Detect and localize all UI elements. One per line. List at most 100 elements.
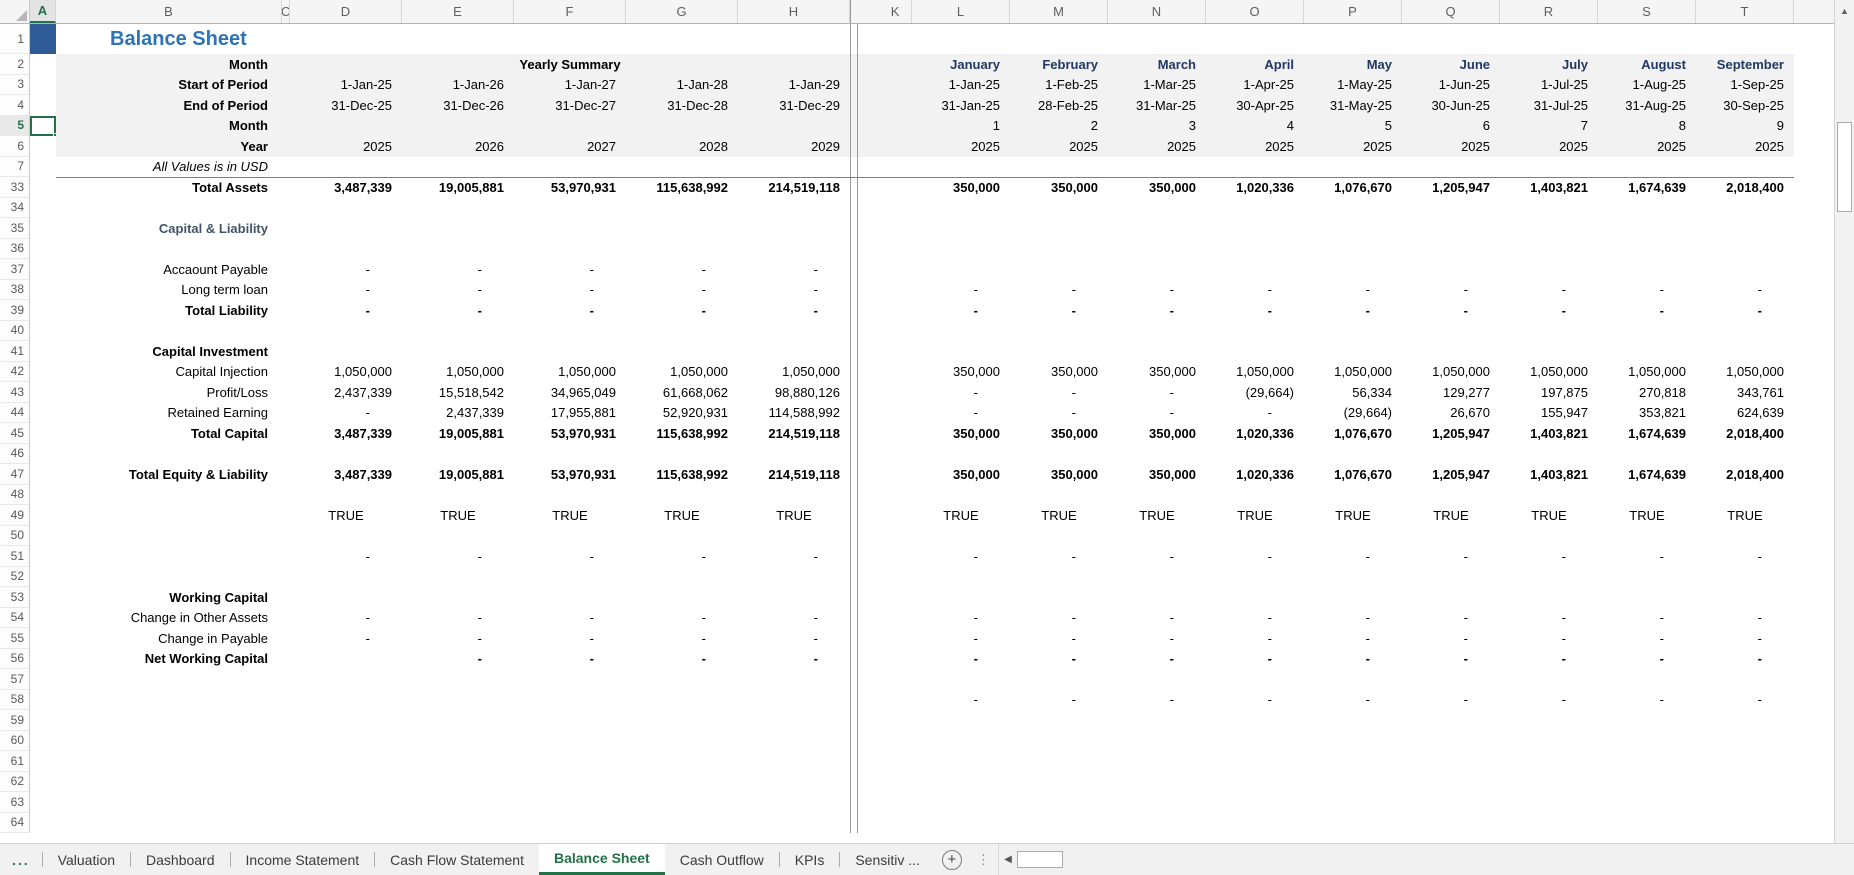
- cell-I6[interactable]: [858, 136, 912, 157]
- cell-C37[interactable]: [282, 259, 290, 280]
- cell-N63[interactable]: [1108, 792, 1206, 813]
- cell-M54[interactable]: -: [1010, 608, 1108, 629]
- cell-O46[interactable]: [1206, 444, 1304, 465]
- tab-cash-flow-statement[interactable]: Cash Flow Statement: [375, 844, 539, 875]
- cell-P41[interactable]: [1304, 341, 1402, 362]
- cell-M33[interactable]: 350,000: [1010, 177, 1108, 198]
- cell-L33[interactable]: 350,000: [912, 177, 1010, 198]
- cell-R51[interactable]: -: [1500, 546, 1598, 567]
- cell-S33[interactable]: 1,674,639: [1598, 177, 1696, 198]
- cell-M56[interactable]: -: [1010, 649, 1108, 670]
- pane-split-divider[interactable]: [850, 74, 858, 95]
- cell-P49[interactable]: TRUE: [1304, 505, 1402, 526]
- cell-M59[interactable]: [1010, 710, 1108, 731]
- cell-H41[interactable]: [738, 341, 850, 362]
- cell-P60[interactable]: [1304, 731, 1402, 752]
- cell-R42[interactable]: 1,050,000: [1500, 362, 1598, 383]
- cell-I3[interactable]: [858, 74, 912, 95]
- cell-M2[interactable]: February: [1010, 54, 1108, 75]
- row-label-B59[interactable]: [56, 710, 282, 731]
- cell-T52[interactable]: [1696, 567, 1794, 588]
- cell-E3[interactable]: 1-Jan-26: [402, 74, 514, 95]
- cell-N4[interactable]: 31-Mar-25: [1108, 95, 1206, 116]
- cell-T2[interactable]: September: [1696, 54, 1794, 75]
- cell-H3[interactable]: 1-Jan-29: [738, 74, 850, 95]
- cell-R41[interactable]: [1500, 341, 1598, 362]
- cell-F49[interactable]: TRUE: [514, 505, 626, 526]
- cell-F41[interactable]: [514, 341, 626, 362]
- cell-D51[interactable]: -: [290, 546, 402, 567]
- cell-E58[interactable]: [402, 690, 514, 711]
- cell-A53[interactable]: [30, 587, 56, 608]
- cell-I48[interactable]: [858, 485, 912, 506]
- cell-F55[interactable]: -: [514, 628, 626, 649]
- cell-I53[interactable]: [858, 587, 912, 608]
- cell-L53[interactable]: [912, 587, 1010, 608]
- row-label-B35[interactable]: Capital & Liability: [56, 218, 282, 239]
- cell-A50[interactable]: [30, 526, 56, 547]
- cell-D63[interactable]: [290, 792, 402, 813]
- cell-D44[interactable]: -: [290, 403, 402, 424]
- add-sheet-button[interactable]: +: [935, 844, 969, 875]
- cell-D61[interactable]: [290, 751, 402, 772]
- cell-S36[interactable]: [1598, 239, 1696, 260]
- cell-D47[interactable]: 3,487,339: [290, 464, 402, 485]
- cell-O34[interactable]: [1206, 198, 1304, 219]
- cell-M5[interactable]: 2: [1010, 115, 1108, 136]
- cell-E50[interactable]: [402, 526, 514, 547]
- cell-A60[interactable]: [30, 731, 56, 752]
- pane-split-divider[interactable]: [850, 300, 858, 321]
- cell-G46[interactable]: [626, 444, 738, 465]
- cell-H52[interactable]: [738, 567, 850, 588]
- cell-H48[interactable]: [738, 485, 850, 506]
- cell-O38[interactable]: -: [1206, 280, 1304, 301]
- cell-L62[interactable]: [912, 772, 1010, 793]
- cell-L6[interactable]: 2025: [912, 136, 1010, 157]
- cell-O39[interactable]: -: [1206, 300, 1304, 321]
- cell-G50[interactable]: [626, 526, 738, 547]
- cell-M50[interactable]: [1010, 526, 1108, 547]
- cell-C46[interactable]: [282, 444, 290, 465]
- row-header-52[interactable]: 52: [0, 566, 30, 587]
- cell-Q41[interactable]: [1402, 341, 1500, 362]
- cell-I52[interactable]: [858, 567, 912, 588]
- row-label-B41[interactable]: Capital Investment: [56, 341, 282, 362]
- cell-E43[interactable]: 15,518,542: [402, 382, 514, 403]
- cell-O48[interactable]: [1206, 485, 1304, 506]
- cell-I63[interactable]: [858, 792, 912, 813]
- cell-L55[interactable]: -: [912, 628, 1010, 649]
- row-header-54[interactable]: 54: [0, 607, 30, 628]
- cell-A59[interactable]: [30, 710, 56, 731]
- cell-O44[interactable]: -: [1206, 403, 1304, 424]
- row-label-B57[interactable]: [56, 669, 282, 690]
- cell-R46[interactable]: [1500, 444, 1598, 465]
- row-header-39[interactable]: 39: [0, 300, 30, 321]
- cell-I1[interactable]: [858, 24, 1794, 54]
- cell-S58[interactable]: -: [1598, 690, 1696, 711]
- column-header-D[interactable]: D: [290, 0, 402, 23]
- cell-P2[interactable]: May: [1304, 54, 1402, 75]
- row-label-B58[interactable]: [56, 690, 282, 711]
- cell-R4[interactable]: 31-Jul-25: [1500, 95, 1598, 116]
- cell-S46[interactable]: [1598, 444, 1696, 465]
- row-header-46[interactable]: 46: [0, 443, 30, 464]
- row-header-40[interactable]: 40: [0, 320, 30, 341]
- cell-E54[interactable]: -: [402, 608, 514, 629]
- cell-F6[interactable]: 2027: [514, 136, 626, 157]
- cell-N60[interactable]: [1108, 731, 1206, 752]
- cell-N39[interactable]: -: [1108, 300, 1206, 321]
- cell-T38[interactable]: -: [1696, 280, 1794, 301]
- cell-P38[interactable]: -: [1304, 280, 1402, 301]
- cell-R52[interactable]: [1500, 567, 1598, 588]
- cell-R39[interactable]: -: [1500, 300, 1598, 321]
- column-header-R[interactable]: R: [1500, 0, 1598, 23]
- cell-G63[interactable]: [626, 792, 738, 813]
- cell-H53[interactable]: [738, 587, 850, 608]
- column-header-C[interactable]: C: [282, 0, 290, 23]
- pane-split-divider[interactable]: [850, 279, 858, 300]
- cell-M51[interactable]: -: [1010, 546, 1108, 567]
- cell-E61[interactable]: [402, 751, 514, 772]
- cell-A3[interactable]: [30, 75, 56, 96]
- cell-N42[interactable]: 350,000: [1108, 362, 1206, 383]
- cell-O40[interactable]: [1206, 321, 1304, 342]
